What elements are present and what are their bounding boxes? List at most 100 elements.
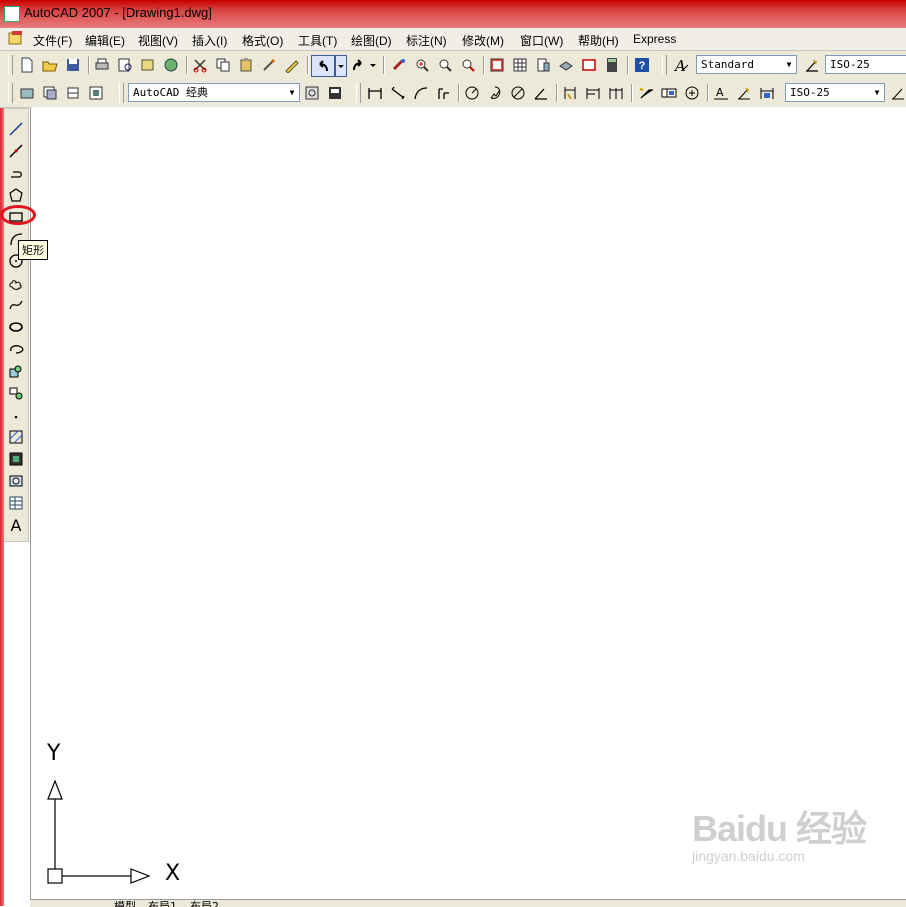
make-block-icon[interactable] bbox=[6, 383, 26, 403]
dimension-style-select-2[interactable]: ISO-25 ▼ bbox=[785, 83, 885, 102]
design-center-icon[interactable] bbox=[510, 55, 530, 75]
menu-tools[interactable]: 工具(T) bbox=[298, 32, 337, 49]
revision-cloud-icon[interactable] bbox=[6, 273, 26, 293]
new-file-icon[interactable] bbox=[17, 55, 37, 75]
document-menu-icon[interactable] bbox=[8, 31, 24, 45]
gradient-icon[interactable] bbox=[6, 449, 26, 469]
menu-window[interactable]: 窗口(W) bbox=[520, 32, 563, 49]
construction-line-icon[interactable] bbox=[6, 141, 26, 161]
save-workspace-icon[interactable] bbox=[325, 83, 345, 103]
tool-palettes-icon[interactable] bbox=[533, 55, 553, 75]
spline-icon[interactable] bbox=[6, 295, 26, 315]
menu-view[interactable]: 视图(V) bbox=[138, 32, 178, 49]
quick-dimension-icon[interactable] bbox=[560, 83, 580, 103]
zoom-previous-icon[interactable] bbox=[458, 55, 478, 75]
text-style-select[interactable]: Standard ▼ bbox=[696, 55, 797, 74]
menu-dimension[interactable]: 标注(N) bbox=[406, 32, 447, 49]
dimension-text-edit-icon[interactable] bbox=[734, 83, 754, 103]
workspace-settings-icon[interactable] bbox=[302, 83, 322, 103]
layer-previous-icon[interactable] bbox=[63, 83, 83, 103]
ellipse-icon[interactable] bbox=[6, 317, 26, 337]
properties-icon[interactable] bbox=[487, 55, 507, 75]
angular-dimension-icon[interactable] bbox=[531, 83, 551, 103]
print-icon[interactable] bbox=[92, 55, 112, 75]
workspace-toolbar: AutoCAD 经典 ▼ A ISO-25 ▼ bbox=[0, 79, 906, 108]
redo-icon[interactable] bbox=[348, 55, 368, 75]
block-editor-icon[interactable] bbox=[282, 55, 302, 75]
menu-edit[interactable]: 编辑(E) bbox=[85, 32, 125, 49]
pan-icon[interactable] bbox=[389, 55, 409, 75]
redo-dropdown-icon[interactable] bbox=[368, 55, 378, 75]
menu-format[interactable]: 格式(O) bbox=[242, 32, 283, 49]
dimension-style-icon-2[interactable] bbox=[888, 83, 906, 103]
menu-help[interactable]: 帮助(H) bbox=[578, 32, 619, 49]
plot-preview-icon[interactable] bbox=[115, 55, 135, 75]
layer-state-icon[interactable] bbox=[40, 83, 60, 103]
ucs-x-label: X bbox=[165, 861, 181, 886]
dimension-edit-icon[interactable]: A bbox=[711, 83, 731, 103]
match-properties-icon[interactable] bbox=[259, 55, 279, 75]
text-style-icon[interactable]: A bbox=[672, 55, 692, 75]
tolerance-icon[interactable] bbox=[659, 83, 679, 103]
zoom-realtime-icon[interactable] bbox=[412, 55, 432, 75]
svg-text:A: A bbox=[716, 86, 724, 99]
markup-set-icon[interactable] bbox=[579, 55, 599, 75]
menu-insert[interactable]: 插入(I) bbox=[192, 32, 227, 49]
linear-dimension-icon[interactable] bbox=[365, 83, 385, 103]
workspace-select[interactable]: AutoCAD 经典 ▼ bbox=[128, 83, 300, 102]
arc-length-icon[interactable] bbox=[411, 83, 431, 103]
menu-modify[interactable]: 修改(M) bbox=[462, 32, 504, 49]
dimension-style-select[interactable]: ISO-25 bbox=[825, 55, 906, 74]
3d-dwf-icon[interactable] bbox=[161, 55, 181, 75]
continue-dimension-icon[interactable] bbox=[606, 83, 626, 103]
hatch-icon[interactable] bbox=[6, 427, 26, 447]
cut-icon[interactable] bbox=[190, 55, 210, 75]
chevron-down-icon[interactable]: ▼ bbox=[870, 84, 884, 101]
layer-isolate-icon[interactable] bbox=[86, 83, 106, 103]
toolbar-grip[interactable] bbox=[8, 83, 13, 103]
menu-file[interactable]: 文件(F) bbox=[33, 32, 72, 49]
baseline-dimension-icon[interactable] bbox=[583, 83, 603, 103]
polygon-icon[interactable] bbox=[6, 185, 26, 205]
menu-express[interactable]: Express bbox=[633, 32, 676, 46]
open-folder-icon[interactable] bbox=[40, 55, 60, 75]
dimension-style-value: ISO-25 bbox=[830, 58, 870, 71]
zoom-window-icon[interactable] bbox=[435, 55, 455, 75]
paste-icon[interactable] bbox=[236, 55, 256, 75]
region-icon[interactable] bbox=[6, 471, 26, 491]
dimension-update-icon[interactable] bbox=[757, 83, 777, 103]
layer-manager-icon[interactable] bbox=[17, 83, 37, 103]
insert-block-icon[interactable] bbox=[6, 361, 26, 381]
toolbar-grip[interactable] bbox=[662, 55, 667, 75]
copy-icon[interactable] bbox=[213, 55, 233, 75]
line-tool-icon[interactable] bbox=[6, 119, 26, 139]
center-mark-icon[interactable] bbox=[682, 83, 702, 103]
jogged-dimension-icon[interactable] bbox=[485, 83, 505, 103]
ordinate-dimension-icon[interactable] bbox=[434, 83, 454, 103]
polyline-icon[interactable] bbox=[6, 163, 26, 183]
drawing-canvas[interactable]: Y X bbox=[30, 107, 906, 900]
quick-leader-icon[interactable] bbox=[636, 83, 656, 103]
dimension-style-icon[interactable] bbox=[802, 55, 822, 75]
undo-icon[interactable] bbox=[311, 55, 335, 77]
help-icon[interactable]: ? bbox=[632, 55, 652, 75]
ellipse-arc-icon[interactable] bbox=[6, 339, 26, 359]
toolbar-grip[interactable] bbox=[119, 83, 124, 103]
radius-dimension-icon[interactable] bbox=[462, 83, 482, 103]
toolbar-grip[interactable] bbox=[8, 55, 13, 75]
sheet-set-icon[interactable] bbox=[556, 55, 576, 75]
undo-dropdown-icon[interactable] bbox=[335, 55, 347, 77]
aligned-dimension-icon[interactable] bbox=[388, 83, 408, 103]
window-title: AutoCAD 2007 - [Drawing1.dwg] bbox=[24, 5, 212, 20]
calculator-icon[interactable] bbox=[602, 55, 622, 75]
menu-draw[interactable]: 绘图(D) bbox=[351, 32, 392, 49]
toolbar-grip[interactable] bbox=[356, 83, 361, 103]
publish-icon[interactable] bbox=[138, 55, 158, 75]
multiline-text-icon[interactable]: A bbox=[6, 515, 26, 535]
point-icon[interactable] bbox=[6, 405, 26, 425]
chevron-down-icon[interactable]: ▼ bbox=[782, 56, 796, 73]
chevron-down-icon[interactable]: ▼ bbox=[285, 84, 299, 101]
save-icon[interactable] bbox=[63, 55, 83, 75]
table-icon[interactable] bbox=[6, 493, 26, 513]
diameter-dimension-icon[interactable] bbox=[508, 83, 528, 103]
